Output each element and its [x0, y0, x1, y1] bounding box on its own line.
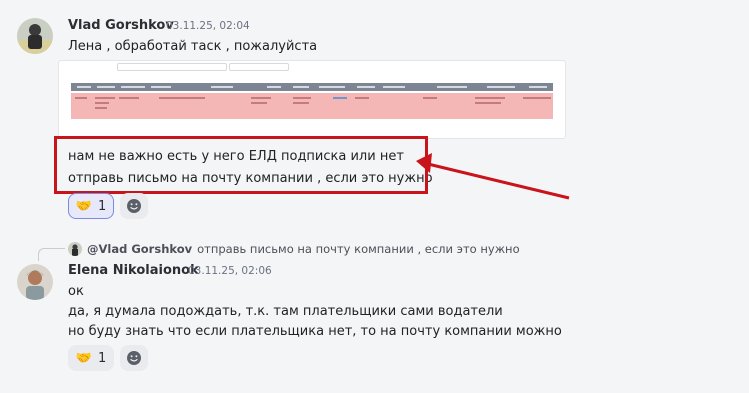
add-reaction-button[interactable]	[120, 345, 148, 371]
reply-quote[interactable]: @Vlad Gorshkov отправь письмо на почту к…	[68, 242, 520, 256]
smiley-icon	[127, 199, 141, 213]
smiley-icon	[127, 351, 141, 365]
reaction-handshake[interactable]: 🤝 1	[68, 193, 114, 219]
reaction-handshake[interactable]: 🤝 1	[68, 345, 114, 371]
reply-text: отправь письмо на почту компании , если …	[197, 242, 520, 256]
reactions: 🤝 1	[68, 345, 148, 371]
reactions: 🤝 1	[68, 193, 148, 219]
add-reaction-button[interactable]	[120, 193, 148, 219]
avatar[interactable]	[17, 18, 53, 54]
handshake-icon: 🤝	[75, 350, 92, 366]
message-time: 03.11.25, 02:04	[166, 20, 250, 32]
attached-screenshot[interactable]	[58, 60, 566, 139]
avatar[interactable]	[17, 264, 53, 300]
message-text: Лена , обработай таск , пожалуйста	[68, 39, 318, 54]
reaction-count: 1	[97, 198, 107, 214]
handshake-icon: 🤝	[75, 198, 92, 214]
reaction-count: 1	[97, 350, 107, 366]
highlight-box	[54, 136, 428, 194]
message-text: но буду знать что если плательщика нет, …	[68, 324, 562, 339]
author-name[interactable]: Vlad Gorshkov	[68, 18, 174, 33]
avatar	[68, 242, 82, 256]
message-time: 03.11.25, 02:06	[188, 265, 272, 277]
reply-mention[interactable]: @Vlad Gorshkov	[87, 242, 192, 256]
reply-connector	[38, 248, 65, 261]
message-text: да, я думала подождать, т.к. там платель…	[68, 304, 503, 319]
author-name[interactable]: Elena Nikolaionok	[68, 263, 199, 278]
message-text: ок	[68, 284, 84, 299]
